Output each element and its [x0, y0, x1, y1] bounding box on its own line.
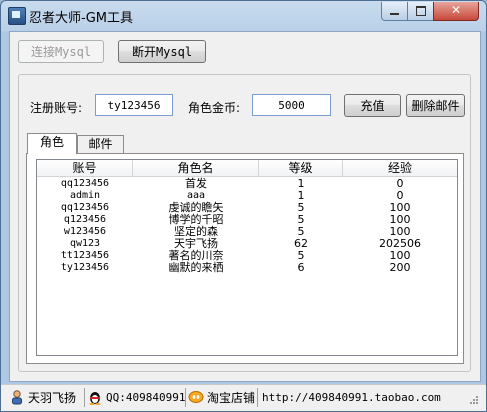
taobao-icon: [188, 391, 204, 403]
title-bar[interactable]: 忍者大师-GM工具 ✕: [1, 1, 486, 31]
cell-account: qw123: [69, 238, 101, 249]
status-bar: 天羽飞扬 QQ:409840991 淘宝店铺 http://409840991.…: [1, 384, 486, 411]
cell-account: tt123456: [60, 250, 110, 261]
cell-account: q123456: [63, 214, 107, 225]
status-shop: 淘宝店铺: [207, 391, 256, 405]
user-icon: [12, 390, 22, 405]
resize-grip-icon[interactable]: [467, 393, 479, 405]
connect-mysql-button[interactable]: 连接Mysql: [18, 40, 104, 63]
cell-account: w123456: [63, 226, 107, 237]
status-separator: [257, 388, 258, 407]
recharge-button[interactable]: 充值: [344, 94, 401, 117]
status-qq: QQ:409840991: [106, 391, 186, 404]
close-icon: ✕: [450, 3, 462, 17]
close-button[interactable]: ✕: [433, 2, 479, 21]
account-input[interactable]: [95, 94, 173, 116]
table-row[interactable]: qq123456 首发 1 0: [37, 178, 457, 190]
cell-exp: 200: [389, 261, 411, 274]
app-window: 忍者大师-GM工具 ✕ 连接Mysql 断开Mysql 注册账号: 角色金币: …: [0, 0, 487, 412]
tab-roles[interactable]: 角色: [27, 133, 77, 154]
window-title: 忍者大师-GM工具: [29, 11, 133, 26]
table-row[interactable]: ty123456 幽默的来栖 6 200: [37, 262, 457, 274]
column-header-exp[interactable]: 经验: [343, 160, 457, 176]
minimize-button[interactable]: [381, 2, 408, 21]
cell-level: 6: [297, 261, 305, 274]
column-header-level[interactable]: 等级: [259, 160, 343, 176]
cell-account: qq123456: [60, 178, 110, 189]
column-header-role-name[interactable]: 角色名: [133, 160, 259, 176]
table-header: 账号 角色名 等级 经验: [37, 160, 457, 177]
delete-mail-button[interactable]: 删除邮件: [406, 94, 465, 117]
account-label: 注册账号:: [30, 101, 83, 115]
cell-account: admin: [69, 190, 101, 201]
maximize-icon: [416, 6, 426, 16]
minimize-icon: [390, 13, 399, 15]
cell-role-name: 首发: [185, 177, 207, 190]
status-separator: [185, 388, 186, 407]
tab-mail[interactable]: 邮件: [77, 135, 124, 153]
qq-penguin-icon: [89, 392, 101, 405]
status-shop-url[interactable]: http://409840991.taobao.com: [262, 389, 441, 407]
cell-account: ty123456: [60, 262, 110, 273]
cell-role-name: 幽默的来栖: [168, 261, 224, 274]
roles-table[interactable]: 账号 角色名 等级 经验 qq123456 首发 1 0 admin aaa 1…: [36, 159, 458, 356]
gold-input[interactable]: [252, 94, 331, 116]
app-icon: [8, 7, 26, 25]
gold-label: 角色金币:: [188, 101, 241, 115]
status-separator: [84, 388, 85, 407]
cell-account: qq123456: [60, 202, 110, 213]
client-area: 连接Mysql 断开Mysql 注册账号: 角色金币: 充值 删除邮件 角色 邮…: [9, 31, 481, 382]
maximize-button[interactable]: [407, 2, 434, 21]
roles-tab-page: 账号 角色名 等级 经验 qq123456 首发 1 0 admin aaa 1…: [26, 153, 464, 364]
disconnect-mysql-button[interactable]: 断开Mysql: [118, 40, 206, 63]
status-user: 天羽飞扬: [28, 391, 77, 405]
column-header-account[interactable]: 账号: [37, 160, 133, 176]
